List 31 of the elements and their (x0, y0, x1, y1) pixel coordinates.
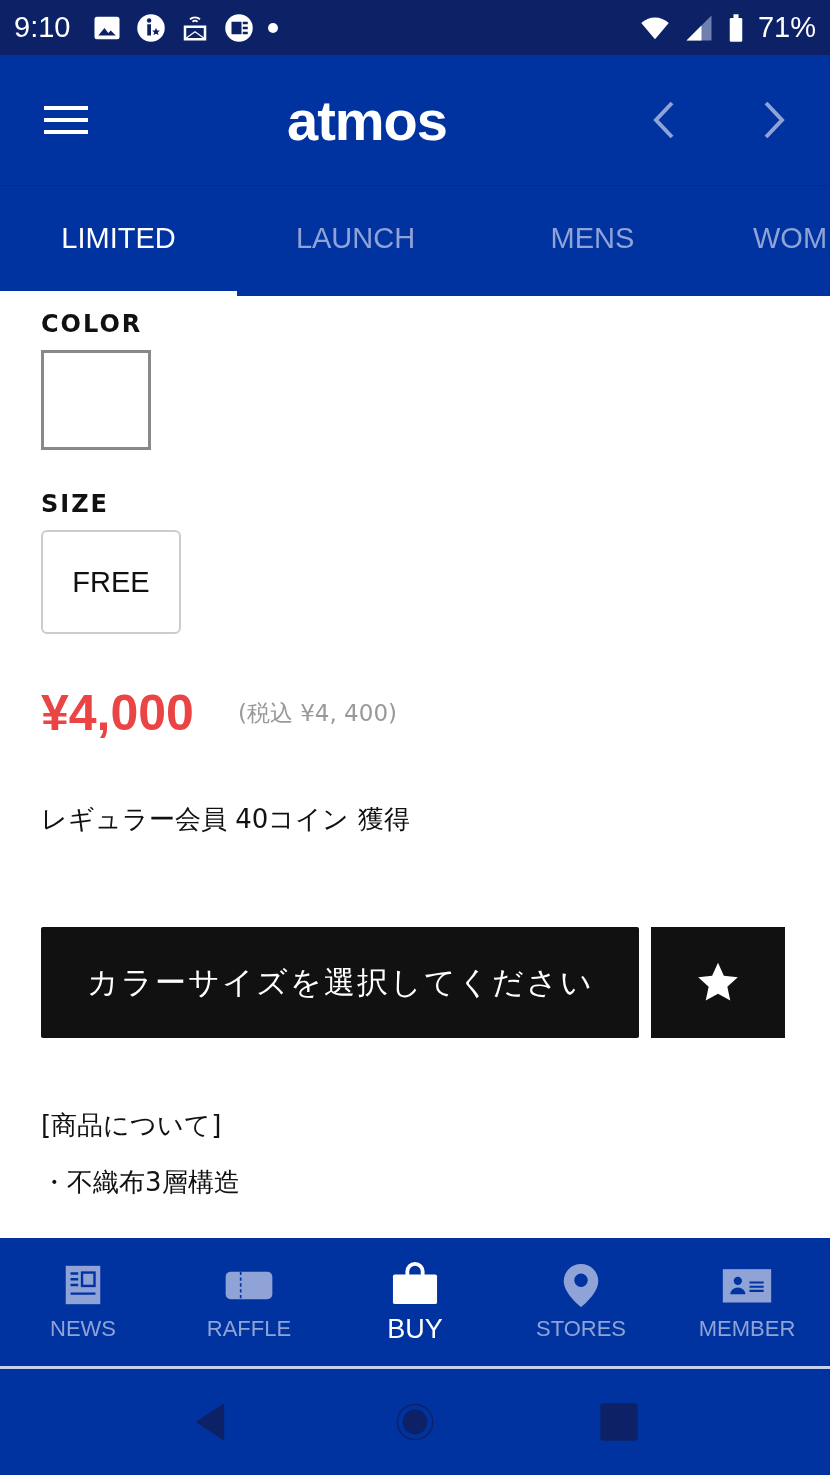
color-swatch[interactable] (41, 350, 151, 450)
chevron-right-icon[interactable] (762, 100, 786, 140)
select-button[interactable]: カラーサイズを選択してください (41, 927, 639, 1038)
points-text: レギュラー会員 40コイン 獲得 (41, 803, 411, 836)
info-icon (136, 12, 167, 43)
nav-item[interactable]: RAFFLE (166, 1238, 332, 1366)
chevron-left-icon[interactable] (652, 100, 676, 140)
favorite-button[interactable] (651, 927, 785, 1038)
battery-icon (727, 12, 744, 43)
size-option[interactable]: FREE (41, 530, 181, 634)
price: ¥4,000 (41, 684, 194, 742)
app-icon (224, 12, 255, 43)
description-heading: [商品について] (41, 1109, 223, 1142)
nav-item[interactable]: NEWS (0, 1238, 166, 1366)
tab[interactable]: MENS (474, 186, 711, 296)
description-line: ・不織布3層構造 (41, 1166, 241, 1199)
logo: atmos (286, 87, 448, 153)
shopping-bag-icon (390, 1259, 440, 1306)
menu-icon[interactable] (44, 105, 88, 135)
clock: 9:10 (14, 11, 71, 44)
nav-item[interactable]: BUY (332, 1238, 498, 1366)
nav-item[interactable]: STORES (498, 1238, 664, 1366)
tab[interactable]: LIMITED (0, 186, 237, 296)
tax-price: (税込 ¥4, 400) (237, 698, 397, 728)
notification-dot (268, 22, 279, 33)
tab[interactable]: LAUNCH (237, 186, 474, 296)
section-label: COLOR (41, 310, 144, 338)
section-label: SIZE (41, 490, 110, 518)
battery-percent: 71% (757, 11, 816, 44)
nav-item[interactable]: MEMBER (664, 1238, 830, 1366)
tab[interactable]: WOM (711, 186, 830, 296)
